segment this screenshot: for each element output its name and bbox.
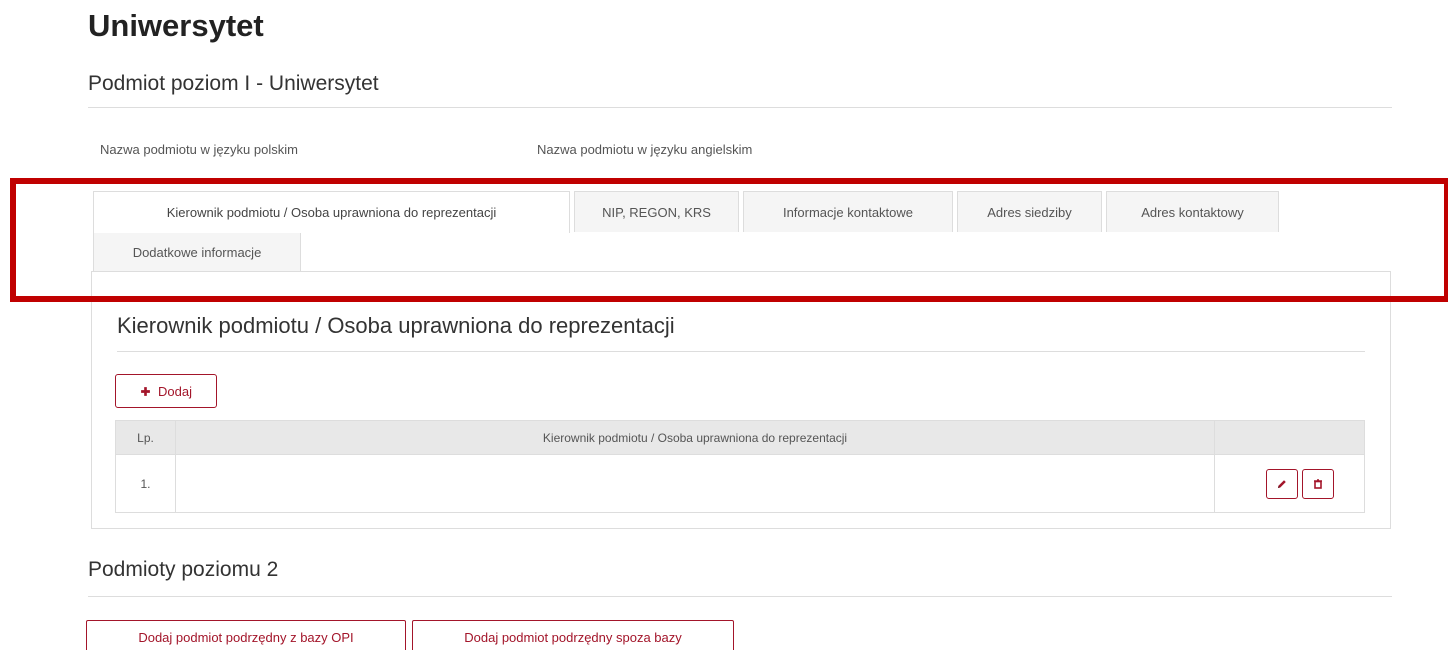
plus-icon bbox=[141, 386, 150, 396]
tab-label: Kierownik podmiotu / Osoba uprawniona do… bbox=[166, 205, 497, 220]
panel-divider bbox=[117, 351, 1365, 352]
add-from-opi-button[interactable]: Dodaj podmiot podrzędny z bazy OPI bbox=[86, 620, 406, 650]
column-header-lp: Lp. bbox=[115, 420, 176, 455]
table-header-row: Lp. Kierownik podmiotu / Osoba uprawnion… bbox=[115, 420, 1365, 455]
tab-kierownik[interactable]: Kierownik podmiotu / Osoba uprawniona do… bbox=[93, 191, 570, 233]
entity-subtitle: Podmiot poziom I - Uniwersytet bbox=[88, 72, 379, 95]
level2-title: Podmioty poziomu 2 bbox=[88, 558, 279, 581]
representatives-table: Lp. Kierownik podmiotu / Osoba uprawnion… bbox=[115, 420, 1365, 513]
name-en-label: Nazwa podmiotu w języku angielskim bbox=[537, 142, 753, 157]
row-name bbox=[175, 454, 1215, 513]
page-title: Uniwersytet bbox=[88, 8, 264, 43]
trash-icon bbox=[1314, 478, 1322, 489]
pencil-icon bbox=[1278, 479, 1286, 488]
add-outside-db-label: Dodaj podmiot podrzędny spoza bazy bbox=[464, 629, 682, 645]
divider bbox=[88, 107, 1392, 108]
panel-title: Kierownik podmiotu / Osoba uprawniona do… bbox=[117, 313, 675, 338]
add-button-label: Dodaj bbox=[158, 383, 192, 399]
column-header-actions bbox=[1214, 420, 1365, 455]
table-row: 1. bbox=[115, 454, 1365, 513]
row-lp: 1. bbox=[115, 454, 176, 513]
name-pl-label: Nazwa podmiotu w języku polskim bbox=[100, 142, 298, 157]
add-button[interactable]: Dodaj bbox=[115, 374, 217, 408]
add-outside-db-button[interactable]: Dodaj podmiot podrzędny spoza bazy bbox=[412, 620, 734, 650]
row-actions bbox=[1214, 454, 1365, 513]
add-from-opi-label: Dodaj podmiot podrzędny z bazy OPI bbox=[138, 629, 354, 645]
edit-button[interactable] bbox=[1266, 468, 1298, 499]
divider bbox=[88, 596, 1392, 597]
delete-button[interactable] bbox=[1302, 468, 1334, 499]
column-header-name: Kierownik podmiotu / Osoba uprawniona do… bbox=[175, 420, 1215, 455]
